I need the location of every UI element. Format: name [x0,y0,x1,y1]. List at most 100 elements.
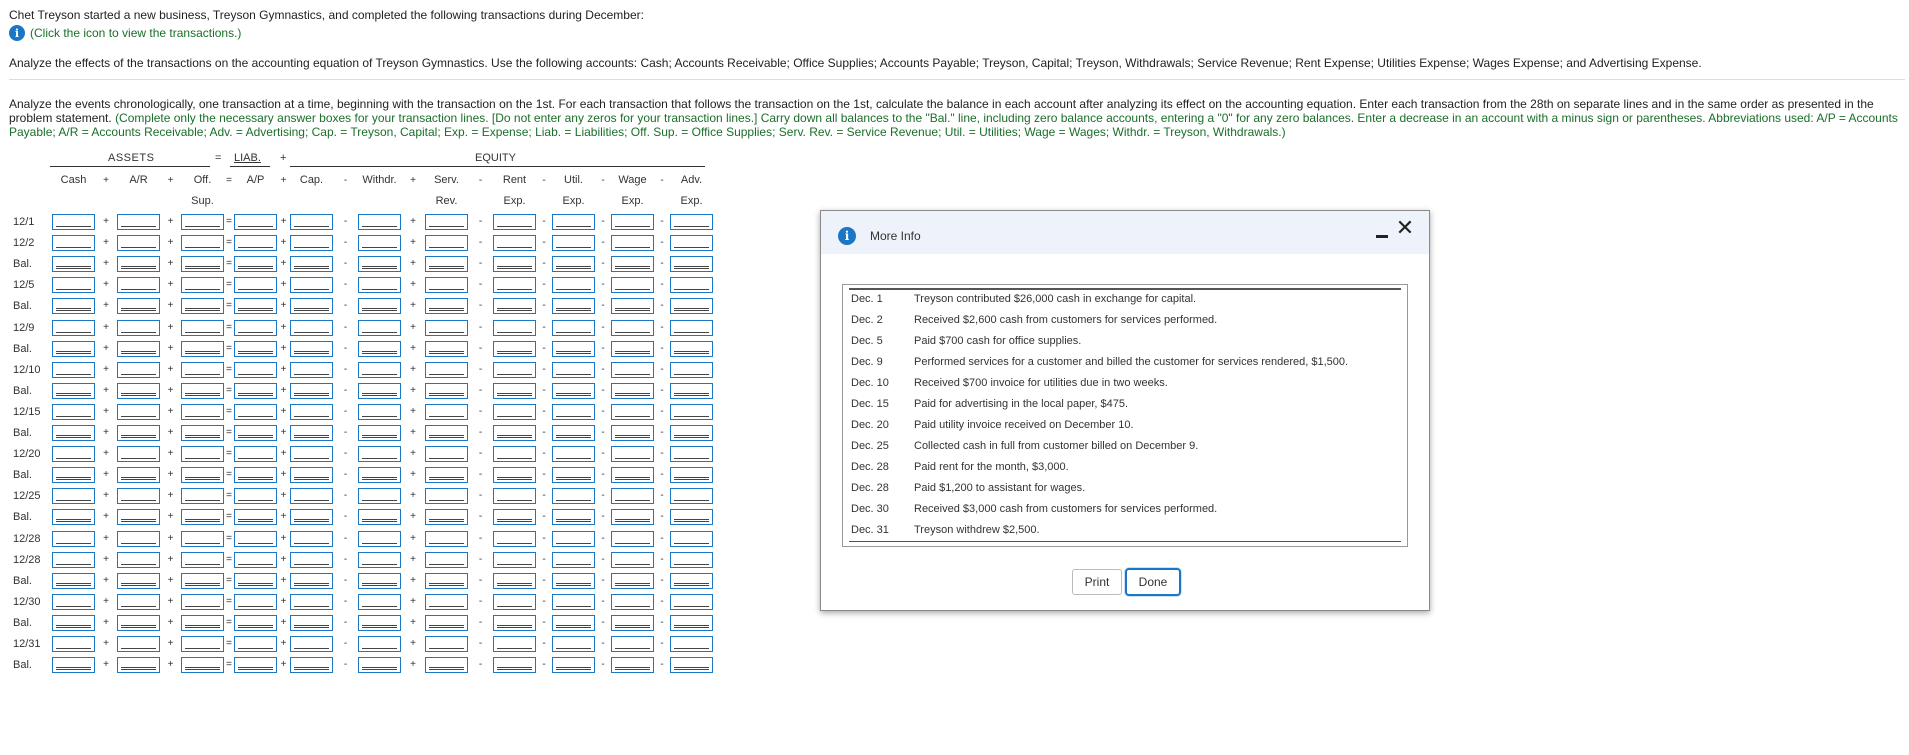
answer-input[interactable] [425,382,468,399]
answer-input[interactable] [117,572,160,589]
answer-input[interactable] [611,614,654,631]
answer-input[interactable] [290,277,333,294]
answer-input[interactable] [117,614,160,631]
answer-input[interactable] [290,382,333,399]
answer-input[interactable] [52,636,95,652]
answer-input[interactable] [52,509,95,526]
answer-input[interactable] [552,446,595,463]
answer-input[interactable] [234,235,277,252]
answer-input[interactable] [425,572,468,589]
answer-input[interactable] [52,214,95,230]
answer-input[interactable] [290,214,333,230]
answer-input[interactable] [117,425,160,441]
answer-input[interactable] [611,256,654,273]
answer-input[interactable] [117,340,160,357]
answer-input[interactable] [358,614,401,631]
answer-input[interactable] [552,382,595,399]
answer-input[interactable] [52,235,95,252]
answer-input[interactable] [117,403,160,420]
answer-input[interactable] [234,530,277,547]
answer-input[interactable] [117,319,160,336]
answer-input[interactable] [611,636,654,652]
answer-input[interactable] [181,467,224,484]
answer-input[interactable] [425,593,468,610]
answer-input[interactable] [552,340,595,357]
answer-input[interactable] [117,509,160,526]
answer-input[interactable] [493,530,536,547]
answer-input[interactable] [52,319,95,336]
answer-input[interactable] [670,530,713,547]
answer-input[interactable] [358,214,401,230]
answer-input[interactable] [181,446,224,463]
answer-input[interactable] [493,657,536,674]
answer-input[interactable] [358,572,401,589]
answer-input[interactable] [117,488,160,505]
answer-input[interactable] [493,277,536,294]
answer-input[interactable] [358,403,401,420]
answer-input[interactable] [290,572,333,589]
answer-input[interactable] [670,382,713,399]
answer-input[interactable] [358,340,401,357]
answer-input[interactable] [234,425,277,441]
answer-input[interactable] [493,593,536,610]
answer-input[interactable] [670,403,713,420]
answer-input[interactable] [611,277,654,294]
answer-input[interactable] [493,382,536,399]
answer-input[interactable] [358,256,401,273]
answer-input[interactable] [290,509,333,526]
answer-input[interactable] [181,530,224,547]
answer-input[interactable] [425,235,468,252]
transactions-info-link[interactable]: i (Click the icon to view the transactio… [9,25,241,41]
answer-input[interactable] [552,425,595,441]
answer-input[interactable] [52,593,95,610]
answer-input[interactable] [52,657,95,674]
answer-input[interactable] [611,657,654,674]
answer-input[interactable] [234,636,277,652]
answer-input[interactable] [552,551,595,568]
answer-input[interactable] [52,530,95,547]
answer-input[interactable] [290,425,333,441]
answer-input[interactable] [234,572,277,589]
answer-input[interactable] [117,446,160,463]
answer-input[interactable] [552,467,595,484]
answer-input[interactable] [425,467,468,484]
answer-input[interactable] [234,214,277,230]
answer-input[interactable] [425,636,468,652]
answer-input[interactable] [425,319,468,336]
answer-input[interactable] [181,298,224,315]
answer-input[interactable] [290,551,333,568]
answer-input[interactable] [181,361,224,378]
answer-input[interactable] [117,551,160,568]
answer-input[interactable] [670,572,713,589]
answer-input[interactable] [290,446,333,463]
answer-input[interactable] [552,235,595,252]
answer-input[interactable] [234,593,277,610]
answer-input[interactable] [290,298,333,315]
minimize-icon[interactable] [1374,224,1390,240]
answer-input[interactable] [181,382,224,399]
answer-input[interactable] [181,256,224,273]
answer-input[interactable] [552,361,595,378]
answer-input[interactable] [670,214,713,230]
answer-input[interactable] [670,593,713,610]
answer-input[interactable] [425,530,468,547]
answer-input[interactable] [290,488,333,505]
answer-input[interactable] [234,256,277,273]
answer-input[interactable] [611,509,654,526]
answer-input[interactable] [358,657,401,674]
answer-input[interactable] [552,572,595,589]
answer-input[interactable] [234,361,277,378]
answer-input[interactable] [290,467,333,484]
answer-input[interactable] [552,214,595,230]
answer-input[interactable] [670,425,713,441]
answer-input[interactable] [670,235,713,252]
answer-input[interactable] [493,298,536,315]
answer-input[interactable] [181,214,224,230]
answer-input[interactable] [290,235,333,252]
answer-input[interactable] [234,509,277,526]
answer-input[interactable] [425,403,468,420]
answer-input[interactable] [290,614,333,631]
answer-input[interactable] [552,256,595,273]
answer-input[interactable] [181,425,224,441]
answer-input[interactable] [52,614,95,631]
